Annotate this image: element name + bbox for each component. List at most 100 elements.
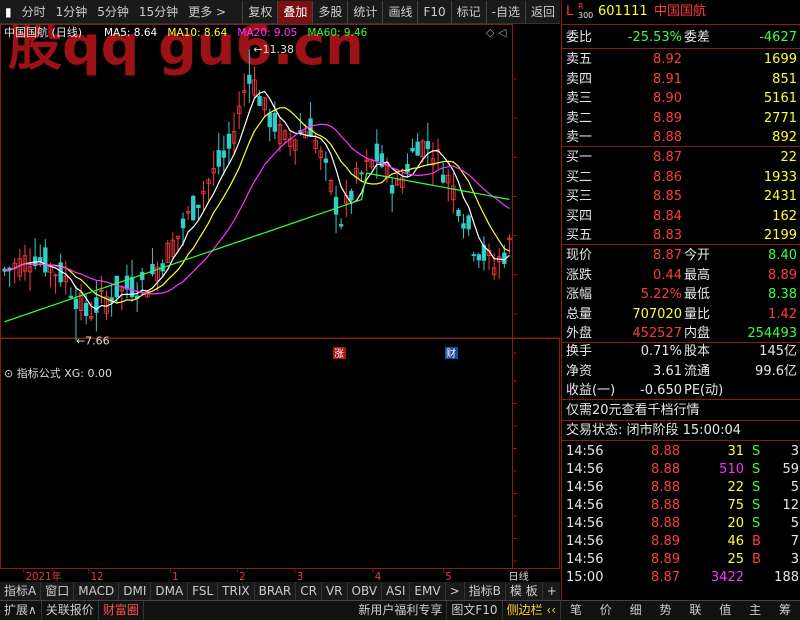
indicator-tab-15[interactable]: 模 板 — [506, 582, 543, 600]
toolbar-btn-2[interactable]: 多股 — [312, 0, 347, 23]
toolbar-period-0[interactable]: 分时 — [17, 1, 51, 23]
bid-label: 买一 — [566, 150, 593, 165]
promo-link[interactable]: 仅需20元查看千档行情 — [566, 401, 796, 420]
quote-row: 14:56 8.88 75 S 12 — [562, 496, 800, 515]
indicator-tab-9[interactable]: VR — [322, 582, 348, 600]
price-tick-label: 8.00 — [528, 307, 555, 321]
ask-label: 卖四 — [566, 71, 593, 87]
kline-chart[interactable]: 股qq gu6.cn11.0010.5010.009.509.008.508.0… — [0, 24, 560, 569]
indicator-tab-4[interactable]: DMA — [151, 582, 189, 600]
tick-volume: 25 — [727, 552, 744, 567]
stat-label: 涨幅 — [566, 287, 593, 302]
status-center-2[interactable]: 侧边栏 ‹‹ — [503, 601, 561, 620]
indicator-tab-1[interactable]: 窗口 — [41, 582, 75, 600]
status-left-2[interactable]: 财富圈 — [99, 601, 144, 620]
toolbar-period-4[interactable]: 更多 > — [183, 1, 231, 23]
quote-row: 现价 8.87 今开 8.40 — [562, 246, 800, 265]
side-tab-5[interactable]: 值 — [715, 601, 735, 620]
stat-value: 707020 — [632, 306, 682, 322]
side-tab-0[interactable]: 笔 — [566, 601, 586, 620]
tick-side: S — [752, 480, 761, 495]
indicator-title: ⊙ 指标公式 XG: 0.00 — [4, 366, 112, 380]
toolbar-btn-6[interactable]: 标记 — [450, 0, 486, 23]
quote-row: 卖二 8.89 2771 — [562, 109, 800, 128]
indicator-tab-3[interactable]: DMI — [119, 582, 152, 600]
bid-volume: 162 — [772, 208, 797, 224]
toolbar-period-1[interactable]: 1分钟 — [51, 1, 93, 23]
quote-row: 卖三 8.90 5161 — [562, 89, 800, 108]
indicator-tick-label: 0.00 — [528, 509, 555, 523]
side-tab-2[interactable]: 细 — [626, 601, 646, 620]
svg-text:涨: 涨 — [334, 348, 344, 360]
tick-count: 5 — [790, 516, 799, 531]
toolbar-btn-0[interactable]: 复权 — [242, 0, 277, 23]
indicator-tab-6[interactable]: TRIX — [218, 582, 255, 600]
side-tab-7[interactable]: 筹 — [775, 601, 795, 620]
tick-price: 8.88 — [651, 462, 680, 477]
candle-body — [333, 196, 339, 215]
indicator-tab-5[interactable]: FSL — [188, 582, 219, 600]
tick-side: S — [752, 516, 761, 531]
code-prefix-l: L — [566, 4, 574, 19]
toolbar-btn-4[interactable]: 画线 — [382, 0, 417, 23]
indicator-tab-2[interactable]: MACD — [74, 582, 120, 600]
candle-body — [68, 295, 74, 298]
code-prefix-300: 300 — [578, 11, 594, 20]
wecha-label: 委差 — [684, 30, 711, 45]
status-center-1[interactable]: 图文F10 — [447, 601, 503, 620]
status-center-0[interactable]: 新用户福利专享 — [354, 601, 448, 620]
toolbar-btn-3[interactable]: 统计 — [347, 0, 382, 23]
ask-price: 8.89 — [653, 110, 682, 126]
candle-body — [140, 271, 145, 280]
quote-row: 总量 707020 量比 1.42 — [562, 305, 800, 324]
indicator-tab-12[interactable]: EMV — [410, 582, 446, 600]
side-tab-6[interactable]: 主 — [745, 601, 765, 620]
period-label: 日线 — [508, 570, 528, 582]
indicator-tab-0[interactable]: 指标A — [0, 582, 42, 600]
candle-body — [114, 275, 119, 298]
indicator-tab-16[interactable]: + — [543, 582, 562, 600]
toolbar-menu-icon[interactable]: ▮ — [0, 1, 17, 23]
chart-nav-icon[interactable]: ◇ ◁ — [486, 26, 507, 39]
ma-label-3: MA60: 9.46 — [307, 27, 367, 39]
indicator-tab-14[interactable]: 指标B — [465, 582, 506, 600]
indicator-tick-label: 0.00 — [528, 487, 555, 501]
tick-side: B — [752, 534, 761, 549]
side-tab-3[interactable]: 势 — [656, 601, 676, 620]
tick-volume: 75 — [727, 498, 744, 513]
toolbar-period-3[interactable]: 15分钟 — [134, 1, 183, 23]
side-tab-4[interactable]: 联 — [685, 601, 705, 620]
tick-volume: 31 — [727, 444, 744, 459]
indicator-tab-10[interactable]: OBV — [348, 582, 383, 600]
indicator-tick-label: 0.00 — [528, 397, 555, 411]
toolbar-period-2[interactable]: 5分钟 — [92, 1, 134, 23]
bid-label: 买五 — [566, 228, 593, 243]
indicator-tab-13[interactable]: > — [446, 582, 465, 600]
tick-volume: 20 — [727, 516, 744, 531]
toolbar-btn-7[interactable]: -自选 — [485, 0, 525, 23]
indicator-tab-8[interactable]: CR — [296, 582, 322, 600]
toolbar-btn-1[interactable]: 叠加 — [277, 0, 313, 23]
bid-label: 买四 — [566, 208, 593, 224]
quote-row: 交易状态: 闭市阶段 15:00:04 — [562, 421, 800, 440]
status-left-0[interactable]: 扩展∧ — [0, 601, 42, 620]
status-left-1[interactable]: 关联报价 — [42, 601, 99, 620]
toolbar-btn-5[interactable]: F10 — [417, 0, 450, 23]
ma5-line — [4, 90, 510, 310]
indicator-tab-7[interactable]: BRAR — [255, 582, 297, 600]
bid-volume: 2431 — [763, 189, 797, 204]
ma20-line — [4, 123, 510, 295]
stat-value: 0.44 — [653, 267, 682, 283]
candle-body — [196, 204, 201, 209]
toolbar-btn-8[interactable]: 返回 — [524, 0, 560, 23]
side-tab-1[interactable]: 价 — [596, 601, 616, 620]
stat-value: 8.89 — [768, 267, 797, 283]
ask-label: 卖三 — [566, 91, 593, 106]
chart-toolbar: ▮ 分时 1分钟 5分钟 15分钟 更多 > 复权 叠加 多股 统计 画线 F10 标记 -自选 返回 — [0, 0, 560, 24]
ask-price: 8.91 — [653, 71, 682, 87]
quote-row: 买二 8.86 1933 — [562, 168, 800, 187]
fund-value: 99.6亿 — [755, 363, 797, 379]
candle-body — [272, 112, 278, 132]
wecha-value: -4627 — [759, 30, 797, 45]
indicator-tab-11[interactable]: ASI — [382, 582, 411, 600]
